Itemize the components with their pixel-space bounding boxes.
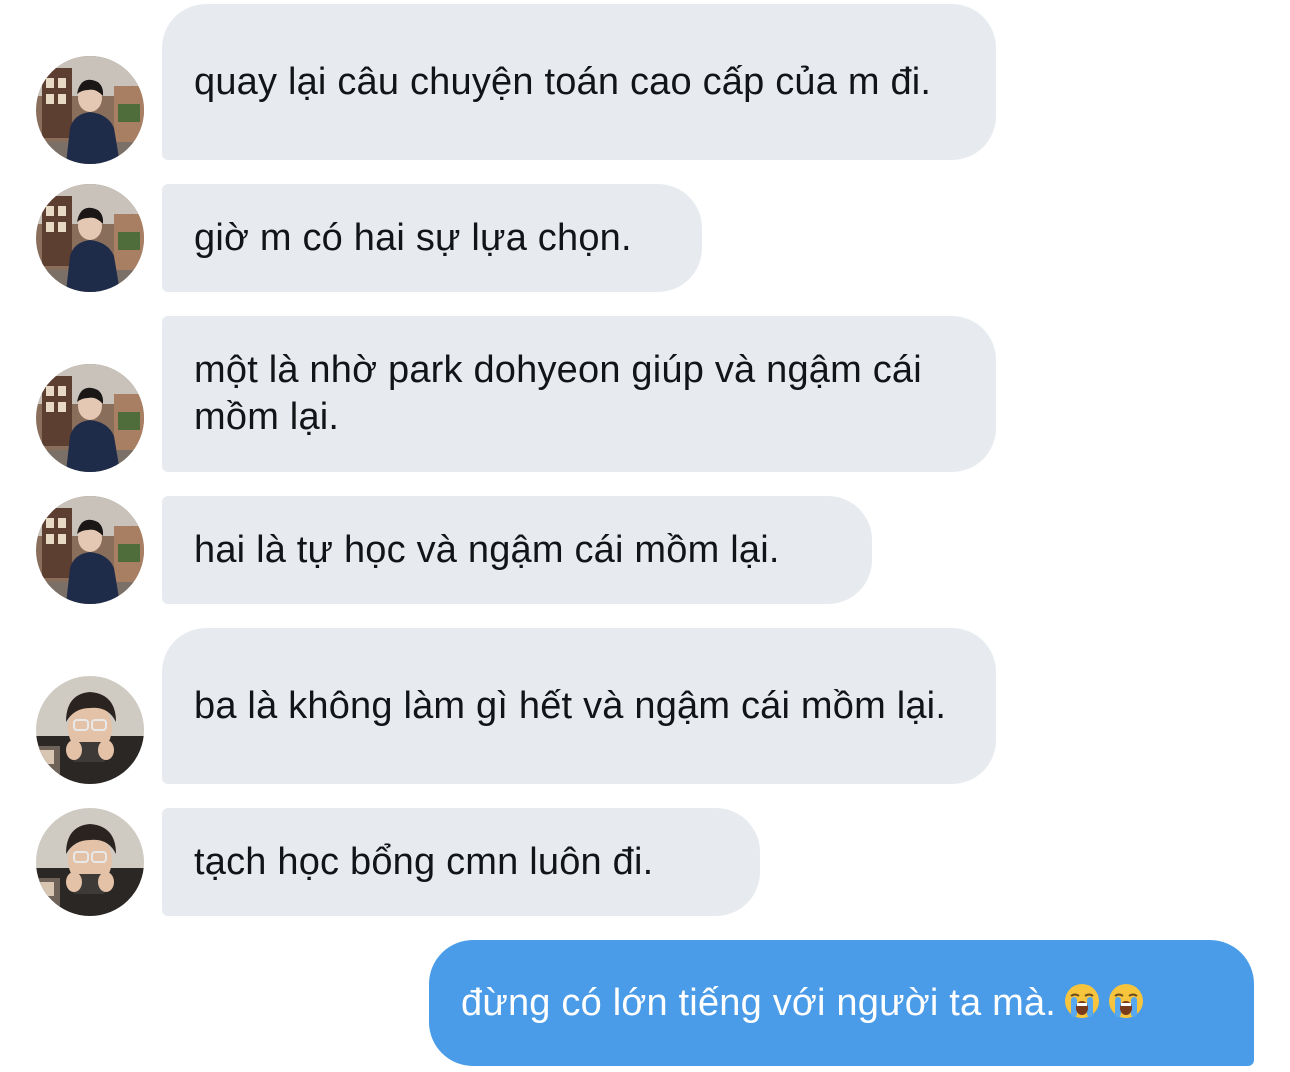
- avatar[interactable]: [36, 364, 144, 472]
- message-bubble[interactable]: một là nhờ park dohyeon giúp và ngậm cái…: [162, 316, 996, 472]
- message-bubble[interactable]: tạch học bổng cmn luôn đi.: [162, 808, 760, 916]
- chat-thread[interactable]: quay lại câu chuyện toán cao cấp của m đ…: [0, 0, 1290, 1072]
- message-bubble[interactable]: ba là không làm gì hết và ngậm cái mồm l…: [162, 628, 996, 784]
- message-text: quay lại câu chuyện toán cao cấp của m đ…: [194, 60, 932, 103]
- message-bubble-outgoing[interactable]: đừng có lớn tiếng với người ta mà.: [429, 940, 1254, 1066]
- message-row: quay lại câu chuyện toán cao cấp của m đ…: [0, 4, 1290, 164]
- message-text: một là nhờ park dohyeon giúp và ngậm cái…: [194, 349, 922, 438]
- avatar-photo-icon: [36, 364, 144, 472]
- avatar[interactable]: [36, 184, 144, 292]
- avatar-photo-icon: [36, 184, 144, 292]
- message-row: một là nhờ park dohyeon giúp và ngậm cái…: [0, 316, 1290, 472]
- message-text: giờ m có hai sự lựa chọn.: [194, 216, 632, 259]
- message-row: tạch học bổng cmn luôn đi.: [0, 808, 1290, 916]
- message-text-content: đừng có lớn tiếng với người ta mà.: [461, 981, 1057, 1024]
- message-row-outgoing: đừng có lớn tiếng với người ta mà.: [0, 940, 1290, 1066]
- message-bubble[interactable]: quay lại câu chuyện toán cao cấp của m đ…: [162, 4, 996, 160]
- message-row: ba là không làm gì hết và ngậm cái mồm l…: [0, 628, 1290, 784]
- loudly-crying-face-icon: [1065, 983, 1100, 1018]
- message-bubble[interactable]: giờ m có hai sự lựa chọn.: [162, 184, 702, 292]
- avatar-photo-icon: [36, 808, 144, 916]
- avatar-photo-icon: [36, 676, 144, 784]
- avatar[interactable]: [36, 808, 144, 916]
- avatar[interactable]: [36, 56, 144, 164]
- message-bubble[interactable]: hai là tự học và ngậm cái mồm lại.: [162, 496, 872, 604]
- avatar-photo-icon: [36, 56, 144, 164]
- loudly-crying-face-icon: [1109, 983, 1144, 1018]
- message-text: đừng có lớn tiếng với người ta mà.: [461, 980, 1144, 1027]
- message-text: ba là không làm gì hết và ngậm cái mồm l…: [194, 684, 947, 727]
- message-row: giờ m có hai sự lựa chọn.: [0, 184, 1290, 292]
- message-row: hai là tự học và ngậm cái mồm lại.: [0, 496, 1290, 604]
- avatar-photo-icon: [36, 496, 144, 604]
- avatar[interactable]: [36, 676, 144, 784]
- avatar[interactable]: [36, 496, 144, 604]
- message-text: hai là tự học và ngậm cái mồm lại.: [194, 528, 780, 571]
- message-text: tạch học bổng cmn luôn đi.: [194, 840, 654, 883]
